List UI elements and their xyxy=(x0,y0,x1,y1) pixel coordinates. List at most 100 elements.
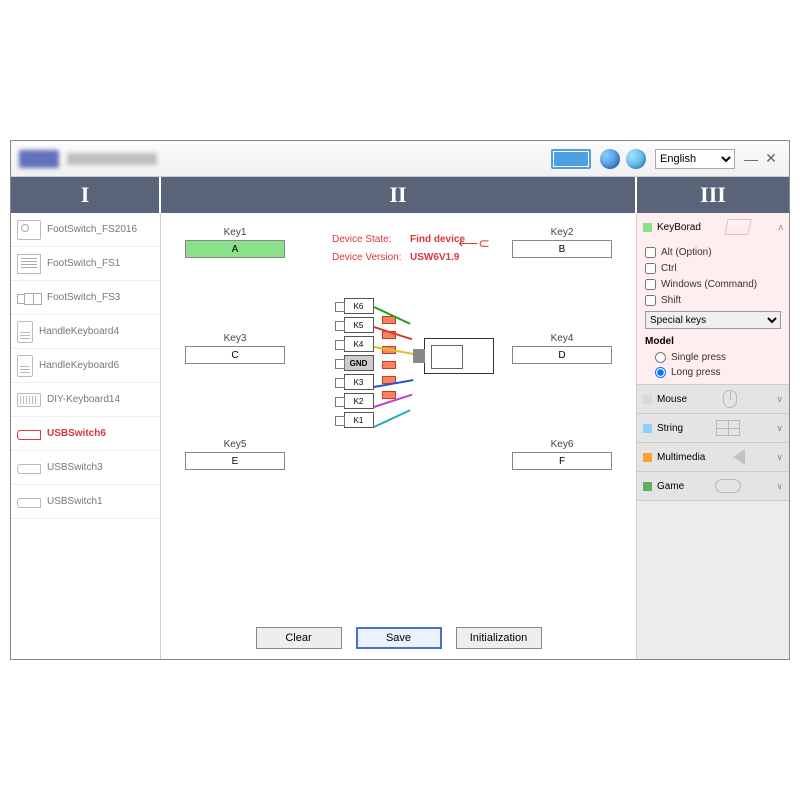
device-item-DIY-Keyboard14[interactable]: DIY-Keyboard14 xyxy=(11,383,160,417)
device-state-label: Device State: xyxy=(332,231,410,249)
device-icon xyxy=(17,492,41,512)
app-window: English — ✕ I II III FootSwitch_FS2016Fo… xyxy=(10,140,790,660)
key-label: Key3 xyxy=(224,333,247,344)
device-item-USBSwitch1[interactable]: USBSwitch1 xyxy=(11,485,160,519)
chevron-down-icon: ∨ xyxy=(776,394,783,405)
pin-K2: K2 xyxy=(344,393,374,409)
pin-K3: K3 xyxy=(344,374,374,390)
pin-K6: K6 xyxy=(344,298,374,314)
usb-icon: ⟵⊂ xyxy=(458,235,490,252)
config-panel: Device State:Find device Device Version:… xyxy=(161,213,637,659)
accordion-game-header[interactable]: Game ∨ xyxy=(637,472,789,500)
refresh-icon[interactable] xyxy=(626,149,646,169)
speaker-icon xyxy=(733,449,745,465)
shift-checkbox[interactable]: Shift xyxy=(645,295,781,306)
device-label: DIY-Keyboard14 xyxy=(47,394,120,405)
long-press-radio[interactable]: Long press xyxy=(655,367,781,378)
device-label: FootSwitch_FS2016 xyxy=(47,224,137,235)
single-press-radio[interactable]: Single press xyxy=(655,352,781,363)
chevron-down-icon: ∨ xyxy=(776,481,783,492)
app-logo xyxy=(19,150,59,168)
chevron-down-icon: ∨ xyxy=(776,423,783,434)
ctrl-checkbox[interactable]: Ctrl xyxy=(645,263,781,274)
column-header-1: I xyxy=(11,177,161,213)
key-value: A xyxy=(185,240,285,258)
titlebar: English — ✕ xyxy=(11,141,789,177)
device-item-FootSwitch_FS2016[interactable]: FootSwitch_FS2016 xyxy=(11,213,160,247)
key-value: D xyxy=(512,346,612,364)
windows-checkbox[interactable]: Windows (Command) xyxy=(645,279,781,290)
close-button[interactable]: ✕ xyxy=(761,149,781,169)
accordion-keyboard-header[interactable]: KeyBorad ᴧ xyxy=(637,213,789,241)
keyboard-title: KeyBorad xyxy=(657,222,701,233)
help-icon[interactable] xyxy=(600,149,620,169)
key-label: Key4 xyxy=(551,333,574,344)
device-item-FootSwitch_FS3[interactable]: FootSwitch_FS3 xyxy=(11,281,160,315)
key-value: F xyxy=(512,452,612,470)
device-icon xyxy=(17,321,33,343)
accordion-game: Game ∨ xyxy=(637,472,789,501)
device-label: FootSwitch_FS1 xyxy=(47,258,120,269)
key-value: C xyxy=(185,346,285,364)
pin-K5: K5 xyxy=(344,317,374,333)
key-label: Key5 xyxy=(224,439,247,450)
key-label: Key1 xyxy=(224,227,247,238)
minimize-button[interactable]: — xyxy=(741,149,761,169)
special-keys-select[interactable]: Special keys xyxy=(645,311,781,329)
model-label: Model xyxy=(645,336,781,347)
accordion-multimedia-header[interactable]: Multimedia ∨ xyxy=(637,443,789,471)
string-icon xyxy=(716,420,740,436)
keyboard-options: Alt (Option) Ctrl Windows (Command) Shif… xyxy=(637,241,789,384)
alt-checkbox[interactable]: Alt (Option) xyxy=(645,247,781,258)
accordion-string-header[interactable]: String ∨ xyxy=(637,414,789,442)
device-label: HandleKeyboard6 xyxy=(39,360,119,371)
language-select[interactable]: English xyxy=(655,149,735,169)
chevron-up-icon: ᴧ xyxy=(778,222,783,232)
device-list: FootSwitch_FS2016 FootSwitch_FS1 FootSwitc… xyxy=(11,213,161,659)
key-slot-3[interactable]: Key3 C xyxy=(185,333,285,364)
device-state-value: Find device xyxy=(410,234,465,245)
key-slot-6[interactable]: Key6 F xyxy=(512,439,612,470)
device-icon xyxy=(17,220,41,240)
device-item-USBSwitch6[interactable]: USBSwitch6 xyxy=(11,417,160,451)
key-slot-1[interactable]: Key1 A xyxy=(185,227,285,258)
device-version-value: USW6V1.9 xyxy=(410,252,459,263)
key-slot-2[interactable]: Key2 B xyxy=(512,227,612,258)
accordion-mouse-header[interactable]: Mouse ∨ xyxy=(637,385,789,413)
initialization-button[interactable]: Initialization xyxy=(456,627,542,649)
clear-button[interactable]: Clear xyxy=(256,627,342,649)
device-info: Device State:Find device Device Version:… xyxy=(332,231,465,267)
key-value: B xyxy=(512,240,612,258)
device-item-HandleKeyboard4[interactable]: HandleKeyboard4 xyxy=(11,315,160,349)
device-icon xyxy=(17,424,41,444)
action-buttons: Clear Save Initialization xyxy=(256,627,542,649)
accordion-multimedia: Multimedia ∨ xyxy=(637,443,789,472)
device-label: HandleKeyboard4 xyxy=(39,326,119,337)
chevron-down-icon: ∨ xyxy=(776,452,783,463)
device-icon xyxy=(17,355,33,377)
save-button[interactable]: Save xyxy=(356,627,442,649)
wiring-diagram: K6K5K4GNDK3K2K1 xyxy=(304,298,494,458)
device-icon xyxy=(17,458,41,478)
key-label: Key2 xyxy=(551,227,574,238)
device-version-label: Device Version: xyxy=(332,249,410,267)
accordion-keyboard: KeyBorad ᴧ Alt (Option) Ctrl Windows (Co… xyxy=(637,213,789,385)
app-subtitle xyxy=(67,153,157,165)
device-item-USBSwitch3[interactable]: USBSwitch3 xyxy=(11,451,160,485)
column-headers: I II III xyxy=(11,177,789,213)
device-item-FootSwitch_FS1[interactable]: FootSwitch_FS1 xyxy=(11,247,160,281)
device-label: FootSwitch_FS3 xyxy=(47,292,120,303)
device-icon xyxy=(17,254,41,274)
column-header-2: II xyxy=(161,177,637,213)
pin-K1: K1 xyxy=(344,412,374,428)
device-label: USBSwitch3 xyxy=(47,462,103,473)
key-label: Key6 xyxy=(551,439,574,450)
device-item-HandleKeyboard6[interactable]: HandleKeyboard6 xyxy=(11,349,160,383)
key-slot-4[interactable]: Key4 D xyxy=(512,333,612,364)
vendor-badge xyxy=(551,149,591,169)
pin-GND: GND xyxy=(344,355,374,371)
key-slot-5[interactable]: Key5 E xyxy=(185,439,285,470)
column-header-3: III xyxy=(637,177,789,213)
key-value: E xyxy=(185,452,285,470)
gamepad-icon xyxy=(715,479,741,493)
